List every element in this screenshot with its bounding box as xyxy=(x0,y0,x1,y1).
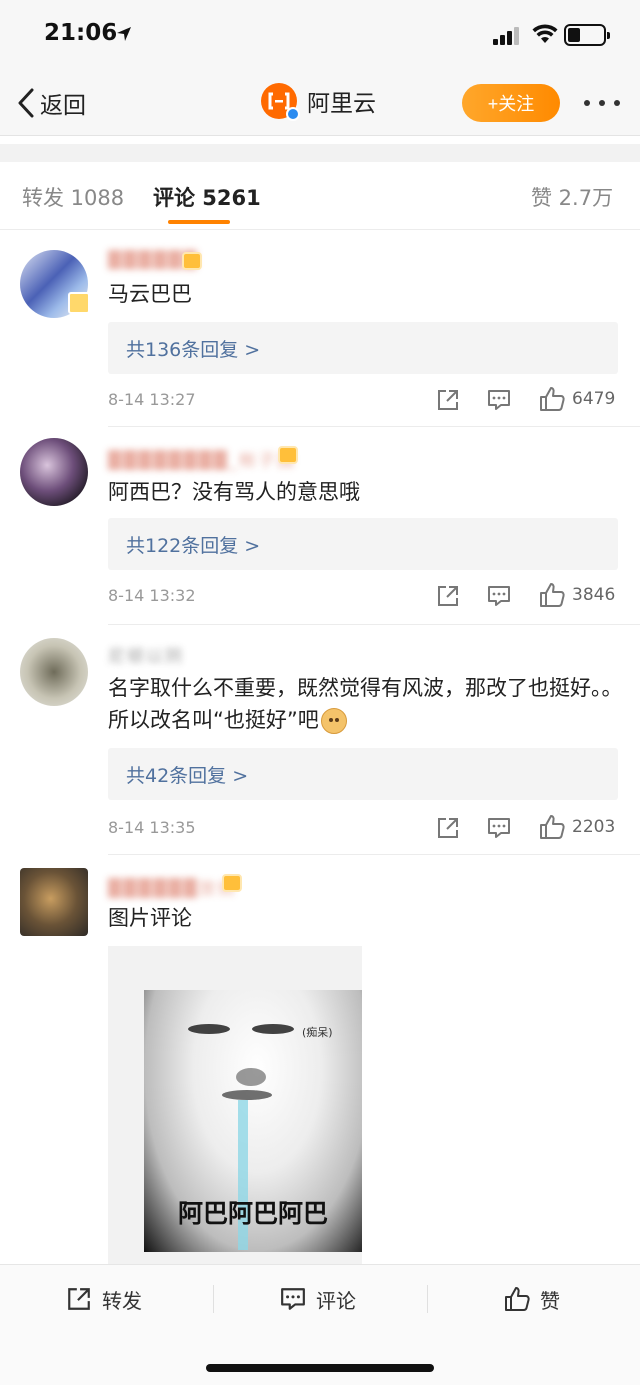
more-options-icon[interactable] xyxy=(584,94,620,112)
comment-text: 名字取什么不重要，既然觉得有风波，那改了也挺好。。所以改名叫“也挺好”吧 xyxy=(108,672,628,736)
like-count: 6479 xyxy=(572,389,616,409)
meme-eye xyxy=(252,1024,294,1034)
repost-button[interactable]: 转发 xyxy=(66,1283,142,1315)
bottom-separator xyxy=(427,1285,428,1313)
comment-icon xyxy=(281,1288,305,1310)
replies-link: 共122条回复 > xyxy=(126,535,261,557)
location-arrow-icon xyxy=(117,27,131,41)
account-header[interactable]: 阿里云 xyxy=(261,83,376,121)
interaction-tabs: 转发 1088 评论 5261 赞 2.7万 xyxy=(0,162,640,230)
meme-image: (痴呆) 阿巴阿巴阿巴 xyxy=(144,990,362,1252)
comment-username[interactable]: ██████放倘 xyxy=(108,874,236,898)
comment-time: 8-14 13:32 xyxy=(108,586,196,605)
share-icon[interactable] xyxy=(436,816,460,840)
avatar[interactable] xyxy=(20,868,88,936)
comment-time: 8-14 13:27 xyxy=(108,390,196,409)
comment-icon[interactable] xyxy=(487,816,511,840)
comment-text: 阿西巴？没有骂人的意思哦 xyxy=(108,480,360,504)
comment-icon[interactable] xyxy=(487,584,511,608)
section-separator xyxy=(0,144,640,162)
like-icon xyxy=(505,1287,530,1311)
avatar[interactable] xyxy=(20,638,88,706)
meme-caption: 阿巴阿巴阿巴 xyxy=(177,1199,328,1228)
battery-icon xyxy=(564,24,610,46)
vip-badge-icon xyxy=(278,446,298,464)
comment-divider xyxy=(108,426,640,427)
cellular-signal-icon xyxy=(493,27,519,45)
comment-username[interactable]: ████████_帐子国 xyxy=(108,446,296,470)
doge-emoji-icon xyxy=(320,708,347,734)
aliyun-logo-icon xyxy=(261,83,300,121)
comment-text-content: 名字取什么不重要，既然觉得有风波，那改了也挺好。。所以改名叫“也挺好”吧 xyxy=(108,676,623,732)
tab-reposts[interactable]: 转发 1088 xyxy=(22,182,124,212)
comment-icon[interactable] xyxy=(487,388,511,412)
wifi-icon xyxy=(532,24,558,43)
bottom-separator xyxy=(213,1285,214,1313)
comment-username[interactable]: 尼顿以阴 xyxy=(108,642,184,666)
avatar[interactable] xyxy=(20,438,88,506)
like-count: 3846 xyxy=(572,585,616,605)
share-icon[interactable] xyxy=(436,388,460,412)
screen: 21:06 返回 阿里云 +关注 转发 1088 评论 5261 赞 2.7万 … xyxy=(0,0,640,1385)
comment-text: 马云巴巴 xyxy=(108,282,192,306)
comment-image[interactable]: (痴呆) 阿巴阿巴阿巴 xyxy=(108,946,362,1264)
status-bar: 21:06 xyxy=(0,0,640,70)
like-button[interactable]: 赞 xyxy=(504,1283,560,1315)
replies-link: 共136条回复 > xyxy=(126,339,261,361)
like-icon[interactable] xyxy=(539,582,565,608)
comment-label: 评论 xyxy=(316,1288,356,1313)
repost-label: 转发 xyxy=(102,1288,142,1313)
verified-badge-icon xyxy=(286,107,300,121)
replies-link: 共42条回复 > xyxy=(126,765,249,787)
like-count: 2203 xyxy=(572,817,616,837)
meme-eye xyxy=(188,1024,230,1034)
active-tab-indicator xyxy=(168,220,230,224)
back-button[interactable]: 返回 xyxy=(16,85,86,121)
comment-divider xyxy=(108,854,640,855)
vip-badge-icon xyxy=(182,252,202,270)
share-icon xyxy=(68,1288,90,1310)
follow-button[interactable]: +关注 xyxy=(462,84,560,122)
view-replies-button[interactable]: 共42条回复 > xyxy=(108,748,618,800)
view-replies-button[interactable]: 共136条回复 > xyxy=(108,322,618,374)
like-label: 赞 xyxy=(540,1288,560,1313)
home-indicator[interactable] xyxy=(206,1364,434,1372)
like-icon[interactable] xyxy=(539,386,565,412)
comment-text: 图片评论 xyxy=(108,906,192,930)
member-badge-icon xyxy=(68,292,90,314)
meme-nose xyxy=(236,1068,266,1086)
tab-comments[interactable]: 评论 5261 xyxy=(153,182,261,212)
chevron-left-icon xyxy=(18,88,34,118)
comment-divider xyxy=(108,624,640,625)
meme-small-text: (痴呆) xyxy=(302,1026,333,1039)
back-label: 返回 xyxy=(40,93,86,119)
navigation-bar: 返回 阿里云 +关注 xyxy=(0,70,640,136)
comment-button[interactable]: 评论 xyxy=(280,1283,356,1315)
vip-badge-icon xyxy=(222,874,242,892)
status-time: 21:06 xyxy=(44,20,118,46)
comment-time: 8-14 13:35 xyxy=(108,818,196,837)
meme-mouth xyxy=(222,1090,272,1100)
page-title: 阿里云 xyxy=(307,91,376,117)
tab-likes[interactable]: 赞 2.7万 xyxy=(531,182,613,212)
view-replies-button[interactable]: 共122条回复 > xyxy=(108,518,618,570)
like-icon[interactable] xyxy=(539,814,565,840)
share-icon[interactable] xyxy=(436,584,460,608)
